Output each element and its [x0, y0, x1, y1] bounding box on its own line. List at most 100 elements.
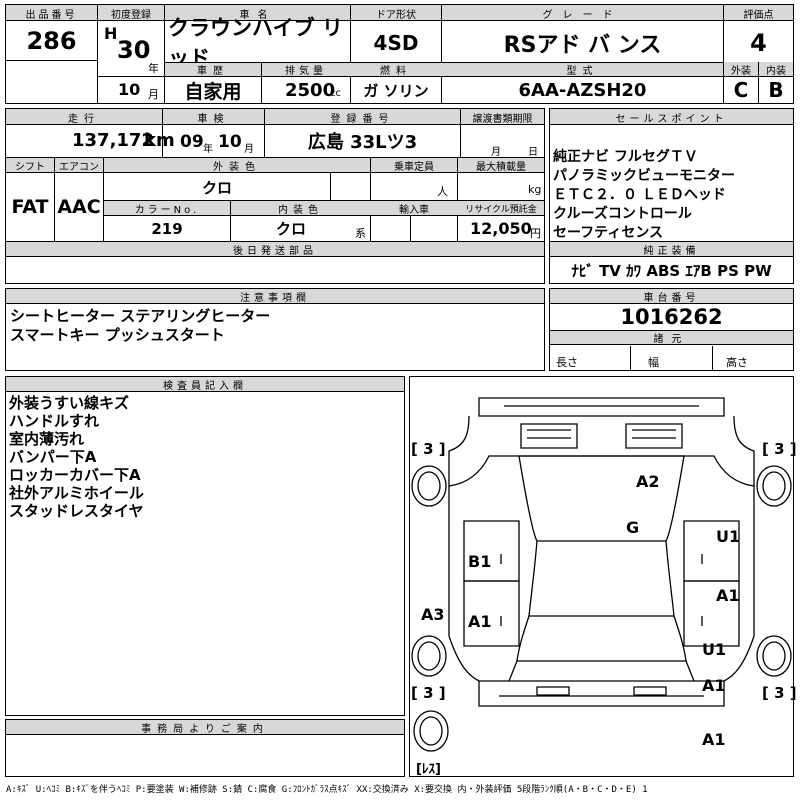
equip: ﾅﾋﾞ TV ｶﾜ ABS ｴｱB PS PW — [571, 262, 772, 280]
insp-month: 10 — [218, 132, 242, 152]
mark-a2: A2 — [636, 472, 660, 491]
office-label: 事務局よりご案内 — [141, 724, 269, 735]
int-grade: B — [768, 78, 784, 102]
history: 自家用 — [184, 80, 242, 103]
disp-unit: cc — [330, 88, 341, 99]
car-outline — [411, 397, 792, 752]
year-unit: 年 — [148, 62, 159, 75]
mileage-unit: km — [144, 130, 175, 151]
history-label: 車歴 — [197, 65, 229, 77]
int-color-unit: 系 — [355, 227, 366, 240]
later-parts-label: 後日発送部品 — [233, 246, 317, 257]
mileage-label: 走行 — [68, 113, 100, 125]
sales-label: セールスポイント — [615, 113, 728, 125]
int-label: 内装 — [766, 65, 786, 77]
inspector-line: ハンドルすれ — [9, 412, 100, 430]
door-label: ドア形状 — [376, 9, 416, 21]
recycle-unit: 円 — [530, 227, 541, 240]
tire-left-front: [ 3 ] — [411, 440, 446, 458]
inspector-label: 検査員記入欄 — [163, 381, 247, 392]
notes-lines: シートヒーター ステアリングヒーター スマートキー プッシュスタート — [10, 307, 270, 345]
grade-label: グレード — [542, 9, 623, 21]
sales-line: ＥＴＣ２．０ ＬＥＤヘッド — [553, 187, 726, 203]
door: 4SD — [373, 31, 419, 55]
mark-a1-right: A1 — [716, 586, 740, 605]
reg-month: 10 — [118, 80, 141, 99]
score: 4 — [750, 29, 767, 57]
tire-left-rear: [ 3 ] — [411, 684, 446, 702]
inspector-line: ロッカーカバー下A — [9, 466, 141, 484]
mark-u1-right-rear: U1 — [702, 640, 727, 659]
disp: 2500 — [285, 80, 336, 101]
disp-label: 排気量 — [285, 65, 327, 77]
reg-year: 30 — [117, 36, 151, 64]
inspector-line: 室内薄汚れ — [9, 430, 85, 448]
length-label: 長さ — [556, 356, 578, 369]
model-label: 型式 — [566, 65, 599, 77]
int-color-label: 内装色 — [278, 204, 323, 216]
ext-color-label: 外装色 — [213, 161, 261, 173]
grade: RSアド バ ンス — [503, 33, 662, 58]
color-no-label: カラーNo. — [134, 204, 200, 216]
tire-right-rear: [ 3 ] — [762, 684, 797, 702]
ext-grade: C — [733, 78, 749, 102]
height-label: 高さ — [726, 356, 748, 369]
specs-label: 諸元 — [653, 334, 690, 345]
legend: A:ｷｽﾞ U:ﾍｺﾐ B:ｷｽﾞを伴うﾍｺﾐ P:要塗装 W:補修跡 S:錆 … — [6, 785, 648, 795]
chassis-label: 車台番号 — [643, 293, 700, 304]
mark-b1: B1 — [468, 552, 492, 571]
inspection-label: 車検 — [197, 113, 230, 125]
recycle-label: リサイクル預託金 — [465, 204, 537, 215]
capacity-label: 乗車定員 — [394, 161, 434, 173]
mark-u1-right: U1 — [716, 527, 741, 546]
note-line: スマートキー プッシュスタート — [10, 326, 225, 344]
insp-year: 09 — [180, 132, 204, 152]
inspector-line: バンパー下A — [9, 448, 97, 466]
mark-a1-bottom: A1 — [702, 730, 726, 749]
month-unit: 月 — [148, 88, 159, 101]
model: 6AA-AZSH20 — [518, 79, 647, 101]
reg-no: 広島 33Lツ3 — [307, 132, 418, 153]
mark-a1-rear: A1 — [702, 676, 726, 695]
color-no: 219 — [151, 219, 183, 238]
chassis-no: 1016262 — [620, 305, 723, 329]
note-line: シートヒーター ステアリングヒーター — [10, 307, 271, 325]
sales-line: パノラミックビューモニター — [553, 168, 735, 184]
equip-label: 純正装備 — [643, 246, 700, 257]
notes-label: 注意事項欄 — [240, 293, 310, 304]
load-unit: kg — [528, 183, 542, 196]
sales-line: クルーズコントロール — [553, 206, 692, 222]
import-label: 輸入車 — [399, 204, 429, 216]
mark-a3: A3 — [421, 605, 445, 624]
int-color: クロ — [275, 220, 306, 238]
sales-lines: 純正ナビ フルセグＴＶ パノラミックビューモニター ＥＴＣ２．０ ＬＥＤヘッド … — [553, 148, 735, 243]
ac-label: エアコン — [59, 161, 99, 173]
insp-year-unit: 年 — [203, 144, 213, 155]
spare-tire: [ﾚｽ] — [416, 762, 441, 777]
car-name: クラウンハイブ リッド — [168, 16, 343, 70]
score-label: 評価点 — [743, 9, 774, 21]
transfer-day-unit: 日 — [528, 147, 538, 158]
ext-color: クロ — [201, 178, 232, 197]
inspector-line: スタッドレスタイヤ — [9, 502, 144, 520]
width-label: 幅 — [648, 356, 659, 369]
inspector-line: 社外アルミホイール — [9, 484, 144, 502]
shift-label: シフト — [15, 161, 45, 173]
load-label: 最大積載量 — [476, 161, 526, 173]
mileage: 137,172 — [72, 130, 154, 151]
first-reg-label: 初度登録 — [111, 9, 151, 21]
sales-line: 純正ナビ フルセグＴＶ — [553, 149, 698, 165]
tire-right-front: [ 3 ] — [762, 440, 797, 458]
mark-a1-left: A1 — [468, 612, 492, 631]
ac: AAC — [57, 196, 101, 218]
insp-month-unit: 月 — [244, 144, 254, 155]
capacity-unit: 人 — [437, 185, 448, 198]
shift: FAT — [11, 196, 49, 218]
recycle: 12,050 — [470, 219, 532, 238]
transfer-month-unit: 月 — [491, 147, 501, 158]
ext-label: 外装 — [731, 65, 751, 77]
inspector-lines: 外装うすい線キズ ハンドルすれ 室内薄汚れ バンパー下A ロッカーカバー下A 社… — [9, 394, 144, 520]
fuel-label: 燃料 — [380, 65, 412, 77]
lot-no-label: 出品番号 — [25, 9, 78, 21]
transfer-label: 譲渡書類期限 — [472, 113, 533, 125]
